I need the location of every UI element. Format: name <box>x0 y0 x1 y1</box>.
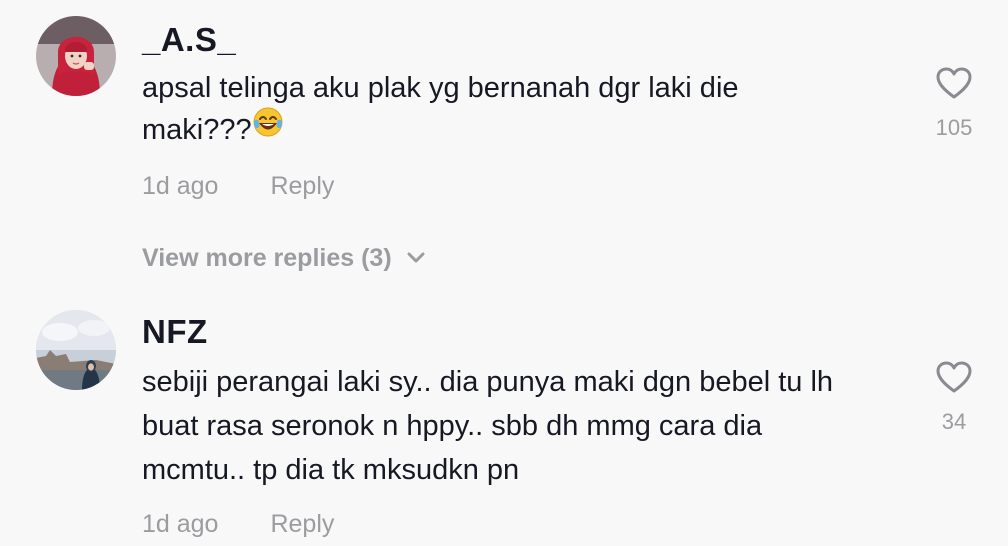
like-count: 34 <box>941 409 967 434</box>
heart-outline-icon[interactable] <box>935 360 973 394</box>
reply-button[interactable]: Reply <box>270 170 334 202</box>
avatar[interactable] <box>36 16 116 96</box>
comment-text: buat rasa seronok n hppy.. sbb dh mmg ca… <box>142 410 763 442</box>
comment-username[interactable]: NFZ <box>142 312 208 352</box>
comment-username[interactable]: _A.S_ <box>142 20 236 60</box>
comments-list: _A.S_ apsal telinga aku plak yg bernanah… <box>0 0 1008 546</box>
comment-item: NFZ sebiji perangai laki sy.. dia punya … <box>0 300 1008 546</box>
face-with-tears-of-joy-emoji <box>252 106 284 151</box>
comment-text: apsal telinga aku plak yg bernanah dgr l… <box>142 72 739 104</box>
comment-text: maki??? <box>142 106 284 152</box>
chevron-down-icon <box>407 252 425 263</box>
avatar[interactable] <box>36 310 116 390</box>
comment-text: sebiji perangai laki sy.. dia punya maki… <box>142 366 834 398</box>
comment-text: mcmtu.. tp dia tk mksudkn pn <box>142 454 520 486</box>
comment-timestamp: 1d ago <box>142 510 219 538</box>
reply-button[interactable]: Reply <box>270 508 334 540</box>
comment-meta: 1d ago Reply <box>142 508 334 540</box>
comment-meta: 1d ago Reply <box>142 170 334 202</box>
like-button[interactable]: 105 <box>920 66 988 142</box>
like-count: 105 <box>935 115 973 140</box>
view-more-replies-button[interactable]: View more replies (3) <box>142 242 426 274</box>
view-more-replies-label: View more replies (3) <box>142 244 392 272</box>
like-button[interactable]: 34 <box>920 360 988 436</box>
comment-timestamp: 1d ago <box>142 172 219 200</box>
comment-item: _A.S_ apsal telinga aku plak yg bernanah… <box>0 0 1008 230</box>
comment-text-segment: maki??? <box>142 114 252 146</box>
heart-outline-icon[interactable] <box>935 66 973 100</box>
